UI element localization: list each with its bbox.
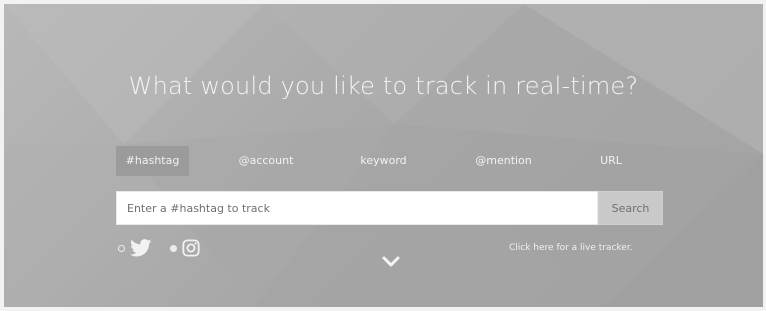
instagram-icon: [182, 239, 200, 257]
tab-url[interactable]: URL: [581, 146, 641, 176]
tab-mention[interactable]: @mention: [451, 146, 556, 176]
chevron-down-icon[interactable]: [381, 255, 401, 269]
search-input[interactable]: [116, 191, 598, 225]
network-option-instagram[interactable]: [170, 238, 200, 258]
twitter-radio[interactable]: [118, 244, 125, 252]
tab-hashtag[interactable]: #hashtag: [116, 146, 189, 176]
tab-account[interactable]: @account: [216, 146, 316, 176]
hero-panel: What would you like to track in real-tim…: [4, 4, 763, 307]
search-button[interactable]: Search: [598, 191, 663, 225]
page-title: What would you like to track in real-tim…: [128, 72, 639, 100]
network-option-twitter[interactable]: [118, 238, 152, 258]
twitter-icon: [130, 239, 152, 257]
tracking-type-tabs: #hashtag @account keyword @mention URL: [116, 146, 662, 176]
tab-keyword[interactable]: keyword: [336, 146, 431, 176]
instagram-radio[interactable]: [170, 244, 177, 252]
live-tracker-link[interactable]: Click here for a live tracker.: [509, 243, 633, 253]
search-bar: Search: [116, 191, 663, 225]
